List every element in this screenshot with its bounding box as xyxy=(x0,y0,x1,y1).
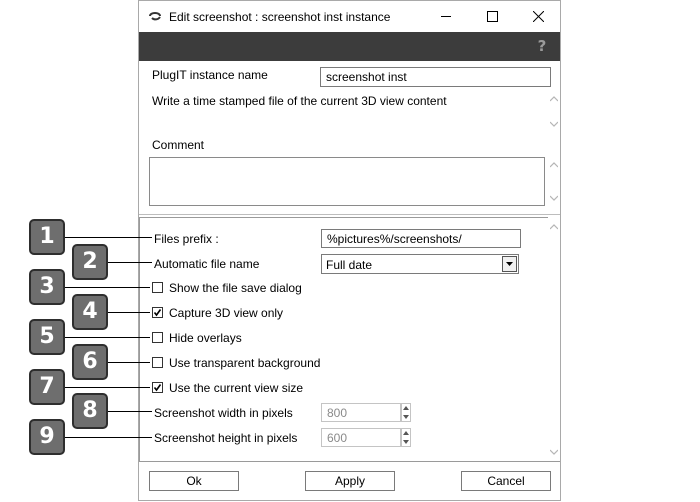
leader-line-7 xyxy=(64,387,150,388)
footer-divider xyxy=(139,461,560,462)
scroll-up-icon xyxy=(550,224,558,230)
callout-badge-5: 5 xyxy=(29,319,65,355)
transparent-bg-checkbox[interactable] xyxy=(152,357,163,368)
callout-badge-7: 7 xyxy=(29,369,65,405)
leader-line-3 xyxy=(64,287,150,288)
help-icon[interactable]: ? xyxy=(534,37,550,55)
callout-badge-8: 8 xyxy=(72,393,108,429)
leader-line-2 xyxy=(108,262,152,263)
leader-line-9 xyxy=(64,437,152,438)
auto-file-name-value: Full date xyxy=(326,258,373,272)
comment-label: Comment xyxy=(152,138,205,152)
files-prefix-field[interactable]: %pictures%/screenshots/ xyxy=(321,229,521,248)
header-bar: ? xyxy=(139,32,560,61)
transparent-bg-label: Use transparent background xyxy=(169,356,321,370)
hide-overlays-checkbox[interactable] xyxy=(152,332,163,343)
show-save-dialog-label: Show the file save dialog xyxy=(169,281,302,295)
callout-badge-3: 3 xyxy=(29,269,65,305)
width-label: Screenshot width in pixels xyxy=(154,406,293,420)
title-bar: Edit screenshot : screenshot inst instan… xyxy=(139,1,560,32)
ok-button[interactable]: Ok xyxy=(149,471,239,491)
scroll-up-icon xyxy=(550,96,558,102)
capture-3d-checkbox[interactable] xyxy=(152,307,163,318)
height-stepper[interactable] xyxy=(401,428,411,447)
instance-name-label: PlugIT instance name xyxy=(152,68,268,82)
height-field[interactable]: 600 xyxy=(321,428,401,447)
checkmark-icon xyxy=(153,384,162,392)
checkmark-icon xyxy=(153,309,162,317)
window-title: Edit screenshot : screenshot inst instan… xyxy=(169,10,391,24)
hide-overlays-label: Hide overlays xyxy=(169,331,242,345)
callout-badge-4: 4 xyxy=(72,294,108,330)
width-stepper[interactable] xyxy=(401,403,411,422)
leader-line-5 xyxy=(64,337,150,338)
maximize-button[interactable] xyxy=(469,1,515,32)
auto-file-name-select[interactable]: Full date xyxy=(321,254,519,274)
scroll-down-icon xyxy=(550,449,558,455)
callout-badge-6: 6 xyxy=(72,344,108,380)
width-field[interactable]: 800 xyxy=(321,403,401,422)
minimize-button[interactable] xyxy=(423,1,469,32)
edit-screenshot-dialog: Edit screenshot : screenshot inst instan… xyxy=(138,0,561,501)
scroll-down-icon xyxy=(550,121,558,127)
leader-line-4 xyxy=(108,312,150,313)
description-scrollbar[interactable] xyxy=(547,93,561,131)
chevron-down-icon xyxy=(506,262,513,266)
auto-file-name-label: Automatic file name xyxy=(154,257,260,271)
leader-line-1 xyxy=(64,237,152,238)
leader-line-6 xyxy=(108,362,150,363)
callout-badge-1: 1 xyxy=(29,219,65,255)
section-divider xyxy=(139,214,560,215)
show-save-dialog-checkbox[interactable] xyxy=(152,282,163,293)
parameters-panel: Files prefix : %pictures%/screenshots/ A… xyxy=(139,217,548,462)
callout-badge-9: 9 xyxy=(29,419,65,455)
close-icon xyxy=(532,11,544,22)
leader-line-8 xyxy=(108,411,152,412)
scroll-up-icon xyxy=(550,162,558,168)
close-button[interactable] xyxy=(515,1,561,32)
dropdown-button[interactable] xyxy=(502,256,517,272)
cancel-button[interactable]: Cancel xyxy=(461,471,551,491)
comment-textarea[interactable] xyxy=(149,157,545,206)
maximize-icon xyxy=(486,11,498,22)
parameters-scrollbar[interactable] xyxy=(547,219,561,461)
current-view-size-label: Use the current view size xyxy=(169,381,304,395)
instance-name-field[interactable]: screenshot inst xyxy=(320,67,551,87)
apply-button[interactable]: Apply xyxy=(305,471,395,491)
files-prefix-label: Files prefix : xyxy=(154,232,219,246)
callout-badge-2: 2 xyxy=(72,244,108,280)
capture-3d-label: Capture 3D view only xyxy=(169,306,284,320)
scroll-down-icon xyxy=(550,195,558,201)
comment-scrollbar[interactable] xyxy=(547,157,561,206)
minimize-icon xyxy=(440,16,451,17)
app-icon xyxy=(149,12,161,21)
instance-description: Write a time stamped file of the current… xyxy=(152,94,447,108)
current-view-size-checkbox[interactable] xyxy=(152,382,163,393)
height-label: Screenshot height in pixels xyxy=(154,431,298,445)
